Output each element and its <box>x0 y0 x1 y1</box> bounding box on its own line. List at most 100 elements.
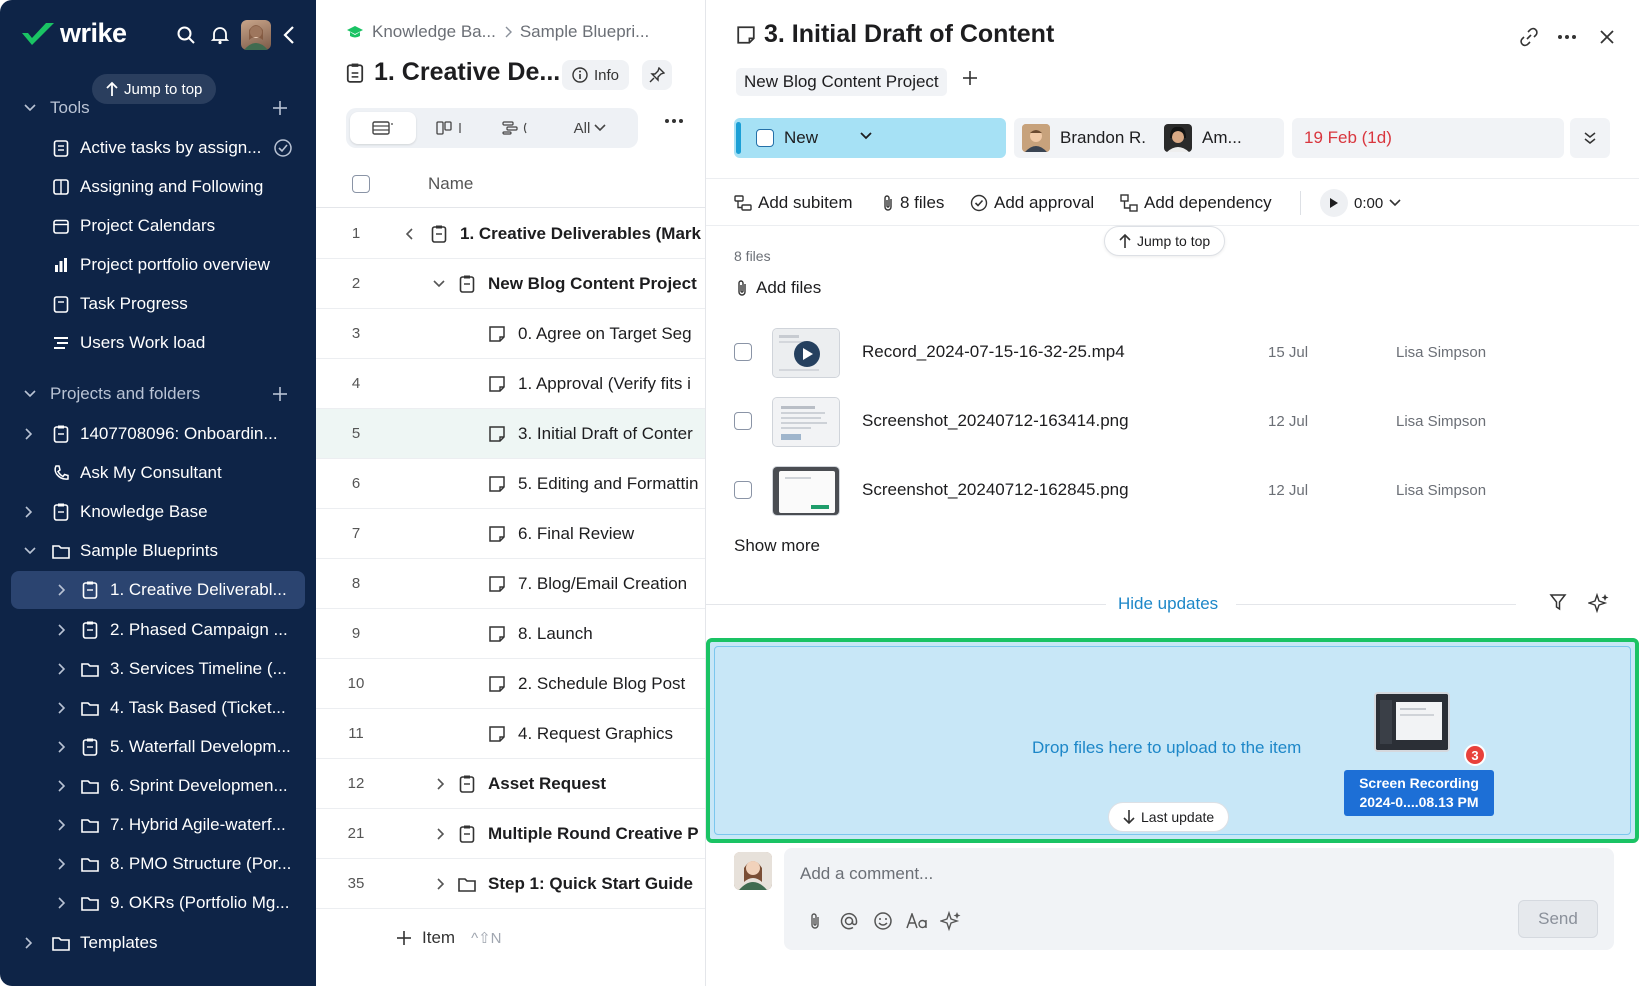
mention-icon[interactable] <box>838 910 860 932</box>
filter-icon[interactable] <box>1548 592 1568 612</box>
add-tag-icon[interactable] <box>962 70 978 86</box>
gantt-view-button[interactable] <box>482 112 548 144</box>
sidebar-item-task-based[interactable]: 4. Task Based (Ticket... <box>0 689 316 727</box>
video-thumbnail[interactable] <box>772 328 840 378</box>
table-row[interactable]: 4 1. Approval (Verify fits i <box>316 359 705 409</box>
table-row-selected[interactable]: 5 3. Initial Draft of Conter <box>316 409 705 459</box>
play-icon[interactable] <box>1320 189 1348 217</box>
chevron-right-icon[interactable] <box>57 584 65 596</box>
chevron-right-icon[interactable] <box>57 741 65 753</box>
table-view-button[interactable] <box>350 112 416 144</box>
chevron-right-icon[interactable] <box>24 937 32 949</box>
file-name[interactable]: Screenshot_20240712-163414.png <box>862 411 1129 431</box>
add-item-button[interactable]: Item ^⇧N <box>396 928 502 948</box>
add-subitem-button[interactable]: Add subitem <box>734 193 853 213</box>
add-tool-icon[interactable] <box>272 100 288 116</box>
send-button[interactable]: Send <box>1518 900 1598 938</box>
chevron-down-icon[interactable] <box>433 279 445 288</box>
chevron-right-icon[interactable] <box>436 877 444 890</box>
add-approval-button[interactable]: Add approval <box>970 193 1094 213</box>
hide-updates-link[interactable]: Hide updates <box>1118 594 1218 614</box>
more-options-icon[interactable] <box>664 118 684 124</box>
name-column-header[interactable]: Name <box>428 174 473 194</box>
sidebar-item-sprint[interactable]: 6. Sprint Developmen... <box>0 767 316 805</box>
table-row[interactable]: 35 Step 1: Quick Start Guide <box>316 859 705 909</box>
chevron-right-icon[interactable] <box>57 858 65 870</box>
jump-to-top-button[interactable]: Jump to top <box>1104 226 1226 256</box>
info-button[interactable]: Info <box>562 60 630 90</box>
due-date-field[interactable]: 19 Feb (1d) <box>1292 118 1564 158</box>
assignees-field[interactable]: Brandon R. Am... <box>1014 118 1284 158</box>
sidebar-item-creative-deliverables[interactable]: 1. Creative Deliverabl... <box>11 571 305 609</box>
chevron-right-icon[interactable] <box>57 780 65 792</box>
wrike-logo[interactable]: wrike <box>20 18 127 49</box>
chevron-right-icon[interactable] <box>57 702 65 714</box>
files-button[interactable]: 8 files <box>882 193 944 213</box>
table-row[interactable]: 12 Asset Request <box>316 759 705 809</box>
more-options-icon[interactable] <box>1554 24 1580 50</box>
file-row[interactable]: Screenshot_20240712-162845.png 12 Jul Li… <box>706 460 1639 522</box>
sidebar-item-workload[interactable]: Users Work load <box>0 324 316 362</box>
sidebar-item-active-tasks[interactable]: Active tasks by assign... <box>0 129 316 167</box>
show-more-link[interactable]: Show more <box>734 536 820 556</box>
sidebar-item-okrs[interactable]: 9. OKRs (Portfolio Mg... <box>0 884 316 922</box>
file-checkbox[interactable] <box>734 343 752 361</box>
sidebar-item-knowledge-base[interactable]: Knowledge Base <box>0 493 316 531</box>
project-tag[interactable]: New Blog Content Project <box>736 68 947 96</box>
chevron-right-icon[interactable] <box>24 506 32 518</box>
chevron-right-icon[interactable] <box>57 897 65 909</box>
table-row[interactable]: 9 8. Launch <box>316 609 705 659</box>
chevron-right-icon[interactable] <box>57 624 65 636</box>
file-drop-zone[interactable]: Drop files here to upload to the item 3 … <box>706 638 1639 843</box>
copy-link-icon[interactable] <box>1516 24 1542 50</box>
tools-section-header[interactable]: Tools <box>0 90 316 126</box>
add-dependency-button[interactable]: Add dependency <box>1120 193 1272 213</box>
filter-dropdown[interactable]: All <box>548 112 632 144</box>
sidebar-item-sample-blueprints[interactable]: Sample Blueprints <box>0 532 316 570</box>
chevron-right-icon[interactable] <box>436 777 444 790</box>
chevron-right-icon[interactable] <box>57 819 65 831</box>
comment-input[interactable]: Add a comment... <box>800 864 933 884</box>
sidebar-item-calendars[interactable]: Project Calendars <box>0 207 316 245</box>
chevron-right-icon[interactable] <box>436 827 444 840</box>
last-update-button[interactable]: Last update <box>1108 802 1230 832</box>
table-row[interactable]: 2 New Blog Content Project <box>316 259 705 309</box>
comment-composer[interactable]: Add a comment... Send <box>784 848 1614 950</box>
file-checkbox[interactable] <box>734 481 752 499</box>
table-row[interactable]: 11 4. Request Graphics <box>316 709 705 759</box>
emoji-icon[interactable] <box>872 910 894 932</box>
file-name[interactable]: Record_2024-07-15-16-32-25.mp4 <box>862 342 1125 362</box>
select-all-checkbox[interactable] <box>352 174 370 193</box>
table-row[interactable]: 1 1. Creative Deliverables (Mark <box>316 209 705 259</box>
collapse-sidebar-icon[interactable] <box>276 22 302 48</box>
chevron-left-icon[interactable] <box>406 227 414 240</box>
expand-fields-button[interactable] <box>1570 118 1610 158</box>
task-title-text[interactable]: 3. Initial Draft of Content <box>764 20 1054 49</box>
sparkle-icon[interactable] <box>1588 592 1610 614</box>
file-row[interactable]: Record_2024-07-15-16-32-25.mp4 15 Jul Li… <box>706 322 1639 384</box>
sidebar-item-services-timeline[interactable]: 3. Services Timeline (... <box>0 650 316 688</box>
file-row[interactable]: Screenshot_20240712-163414.png 12 Jul Li… <box>706 391 1639 453</box>
image-thumbnail[interactable] <box>772 397 840 447</box>
sidebar-item-assigning[interactable]: Assigning and Following <box>0 168 316 206</box>
file-checkbox[interactable] <box>734 412 752 430</box>
close-icon[interactable] <box>1594 24 1620 50</box>
chevron-right-icon[interactable] <box>57 663 65 675</box>
sidebar-item-hybrid[interactable]: 7. Hybrid Agile-waterf... <box>0 806 316 844</box>
table-row[interactable]: 6 5. Editing and Formattin <box>316 459 705 509</box>
text-format-icon[interactable] <box>906 910 928 932</box>
search-icon[interactable] <box>173 22 199 48</box>
timer-control[interactable]: 0:00 <box>1320 189 1401 217</box>
image-thumbnail[interactable] <box>772 466 840 516</box>
add-files-button[interactable]: Add files <box>736 278 821 298</box>
status-dropdown[interactable]: New <box>734 118 1006 158</box>
pin-button[interactable] <box>642 60 672 90</box>
attach-icon[interactable] <box>804 910 826 932</box>
chevron-down-icon[interactable] <box>24 547 36 555</box>
sidebar-item-onboarding[interactable]: 1407708096: Onboardin... <box>0 415 316 453</box>
table-row[interactable]: 8 7. Blog/Email Creation <box>316 559 705 609</box>
chevron-down-icon[interactable] <box>1389 199 1401 207</box>
sidebar-item-templates[interactable]: Templates <box>0 924 316 962</box>
table-row[interactable]: 3 0. Agree on Target Seg <box>316 309 705 359</box>
sidebar-item-task-progress[interactable]: Task Progress <box>0 285 316 323</box>
